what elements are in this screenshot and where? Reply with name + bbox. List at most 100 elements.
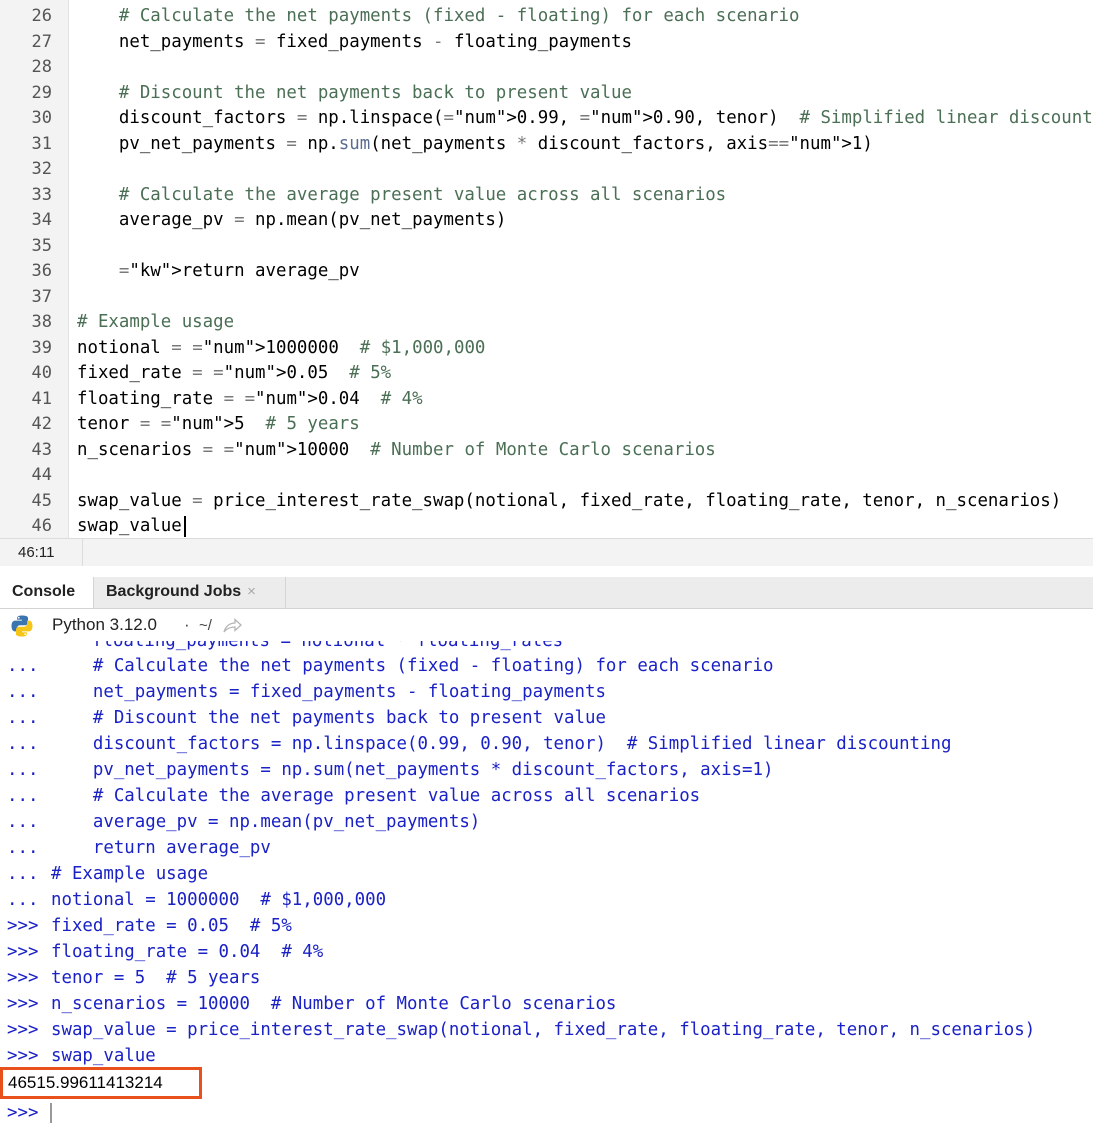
console-line: ... return average_pv (0, 835, 1093, 861)
code-text[interactable]: # Calculate the net payments (fixed - fl… (77, 4, 800, 30)
tab-background-jobs[interactable]: Background Jobs × (94, 577, 286, 608)
line-number: 39 (31, 337, 52, 358)
console-line: >>> n_scenarios = 10000 # Number of Monte… (0, 991, 1093, 1017)
code-text[interactable]: average_pv = np.mean(pv_net_payments) (77, 208, 506, 234)
console-prompt: ... (7, 812, 39, 832)
code-line[interactable]: 34 average_pv = np.mean(pv_net_payments) (0, 208, 1093, 234)
console-prompt: ... (7, 682, 39, 702)
code-text[interactable]: discount_factors = np.linspace(="num">0.… (77, 106, 1093, 132)
status-divider (82, 539, 83, 567)
console-text: average_pv = np.mean(pv_net_payments) (51, 812, 481, 832)
code-line[interactable]: 39 notional = ="num">1000000 # $1,000,000 (0, 336, 1093, 362)
code-text[interactable]: # Example usage (77, 310, 234, 336)
console-text: fixed_rate = 0.05 # 5% (51, 916, 292, 936)
console-line: ... notional = 1000000 # $1,000,000 (0, 887, 1093, 913)
console-text: # Discount the net payments back to pres… (51, 708, 606, 728)
code-text[interactable]: pv_net_payments = np.sum(net_payments * … (77, 132, 873, 158)
pane-gap (0, 566, 1093, 577)
console-line: >>> floating_rate = 0.04 # 4% (0, 939, 1093, 965)
separator-dot: · (184, 615, 190, 634)
code-line[interactable]: 43 n_scenarios = ="num">10000 # Number of… (0, 438, 1093, 464)
code-text[interactable]: notional = ="num">1000000 # $1,000,000 (77, 336, 485, 362)
line-number: 46 (31, 516, 52, 536)
code-line[interactable]: 28 (0, 55, 1093, 81)
code-line[interactable]: 27 net_payments = fixed_payments - float… (0, 30, 1093, 56)
console-text: swap_value (51, 1046, 156, 1066)
code-text[interactable]: swap_value (77, 514, 182, 538)
code-text[interactable]: net_payments = fixed_payments - floating… (77, 30, 632, 56)
console-prompt: ... (7, 734, 39, 754)
code-text[interactable]: fixed_rate = ="num">0.05 # 5% (77, 361, 391, 387)
console-prompt: ... (7, 838, 39, 858)
code-text[interactable]: swap_value = price_interest_rate_swap(no… (77, 489, 1061, 515)
code-line[interactable]: 31 pv_net_payments = np.sum(net_payments… (0, 132, 1093, 158)
close-icon[interactable]: × (247, 583, 256, 600)
line-number: 41 (31, 388, 52, 409)
line-number: 37 (31, 286, 52, 307)
console-text: net_payments = fixed_payments - floating… (51, 682, 606, 702)
code-text[interactable]: tenor = ="num">5 # 5 years (77, 412, 360, 438)
code-text[interactable]: n_scenarios = ="num">10000 # Number of M… (77, 438, 716, 464)
console-tab-bar: Console Background Jobs × (0, 577, 1093, 609)
code-text[interactable]: # Calculate the average present value ac… (77, 183, 726, 209)
tab-console[interactable]: Console (0, 577, 94, 608)
line-number: 27 (31, 31, 52, 52)
console-text: # Example usage (51, 864, 209, 884)
console-output[interactable]: floating_payments = notional * floating_… (0, 641, 1093, 1129)
code-line[interactable]: 30 discount_factors = np.linspace(="num"… (0, 106, 1093, 132)
console-text: floating_rate = 0.04 # 4% (51, 942, 324, 962)
console-line: ... pv_net_payments = np.sum(net_payment… (0, 757, 1093, 783)
code-line[interactable]: 38 # Example usage (0, 310, 1093, 336)
console-prompt: >>> (7, 916, 39, 936)
console-text: tenor = 5 # 5 years (51, 968, 261, 988)
line-number: 34 (31, 210, 52, 230)
code-line[interactable]: 29 # Discount the net payments back to p… (0, 81, 1093, 107)
console-line: ... # Discount the net payments back to … (0, 705, 1093, 731)
go-to-directory-icon[interactable] (222, 618, 242, 634)
code-line[interactable]: 46 swap_value (0, 514, 1093, 538)
code-line[interactable]: 40 fixed_rate = ="num">0.05 # 5% (0, 361, 1093, 387)
console-text: return average_pv (51, 838, 271, 858)
console-cursor (50, 1103, 52, 1123)
cursor-position[interactable]: 46:11 (18, 539, 54, 566)
console-prompt: ... (7, 708, 39, 728)
code-text[interactable]: # Discount the net payments back to pres… (77, 81, 632, 107)
console-prompt: >>> (7, 942, 39, 962)
console-line: ... # Calculate the average present valu… (0, 783, 1093, 809)
python-icon (11, 615, 33, 637)
code-text[interactable]: ="kw">return average_pv (77, 259, 360, 285)
working-directory[interactable]: ~/ (199, 610, 212, 642)
console-text: notional = 1000000 # $1,000,000 (51, 890, 387, 910)
code-line[interactable]: 26 # Calculate the net payments (fixed -… (0, 4, 1093, 30)
console-header: Python 3.12.0 · ~/ (0, 609, 1093, 642)
code-text[interactable]: floating_rate = ="num">0.04 # 4% (77, 387, 423, 413)
console-prompt: ... (7, 864, 39, 884)
code-line[interactable]: 32 (0, 157, 1093, 183)
code-line[interactable]: 42 tenor = ="num">5 # 5 years (0, 412, 1093, 438)
code-line[interactable]: 36 ="kw">return average_pv (0, 259, 1093, 285)
code-line[interactable]: 35 (0, 234, 1093, 260)
console-line: >>> tenor = 5 # 5 years (0, 965, 1093, 991)
code-line[interactable]: 44 (0, 463, 1093, 489)
line-number: 33 (31, 184, 52, 205)
console-text: swap_value = price_interest_rate_swap(no… (51, 1020, 1036, 1040)
code-line[interactable]: 33 # Calculate the average present value… (0, 183, 1093, 209)
console-line: ... average_pv = np.mean(pv_net_payments… (0, 809, 1093, 835)
line-number: 32 (31, 159, 52, 179)
line-number: 30 (31, 108, 52, 128)
line-number: 35 (31, 235, 52, 256)
console-line: >>> swap_value (0, 1043, 1093, 1069)
console-line: >>> swap_value = price_interest_rate_swap… (0, 1017, 1093, 1043)
console-prompt: >>> (7, 968, 39, 988)
code-line[interactable]: 37 (0, 285, 1093, 311)
console-text: pv_net_payments = np.sum(net_payments * … (51, 760, 774, 780)
code-line[interactable]: 41 floating_rate = ="num">0.04 # 4% (0, 387, 1093, 413)
code-editor[interactable]: 26 # Calculate the net payments (fixed -… (0, 0, 1093, 538)
console-text: # Calculate the net payments (fixed - fl… (51, 656, 774, 676)
code-line[interactable]: 45 swap_value = price_interest_rate_swap(… (0, 489, 1093, 515)
console-prompt: >>> (7, 1020, 39, 1040)
tab-background-jobs-label: Background Jobs (106, 583, 242, 600)
console-prompt: ... (7, 786, 39, 806)
line-number: 40 (31, 363, 52, 383)
console-prompt: ... (7, 656, 39, 676)
